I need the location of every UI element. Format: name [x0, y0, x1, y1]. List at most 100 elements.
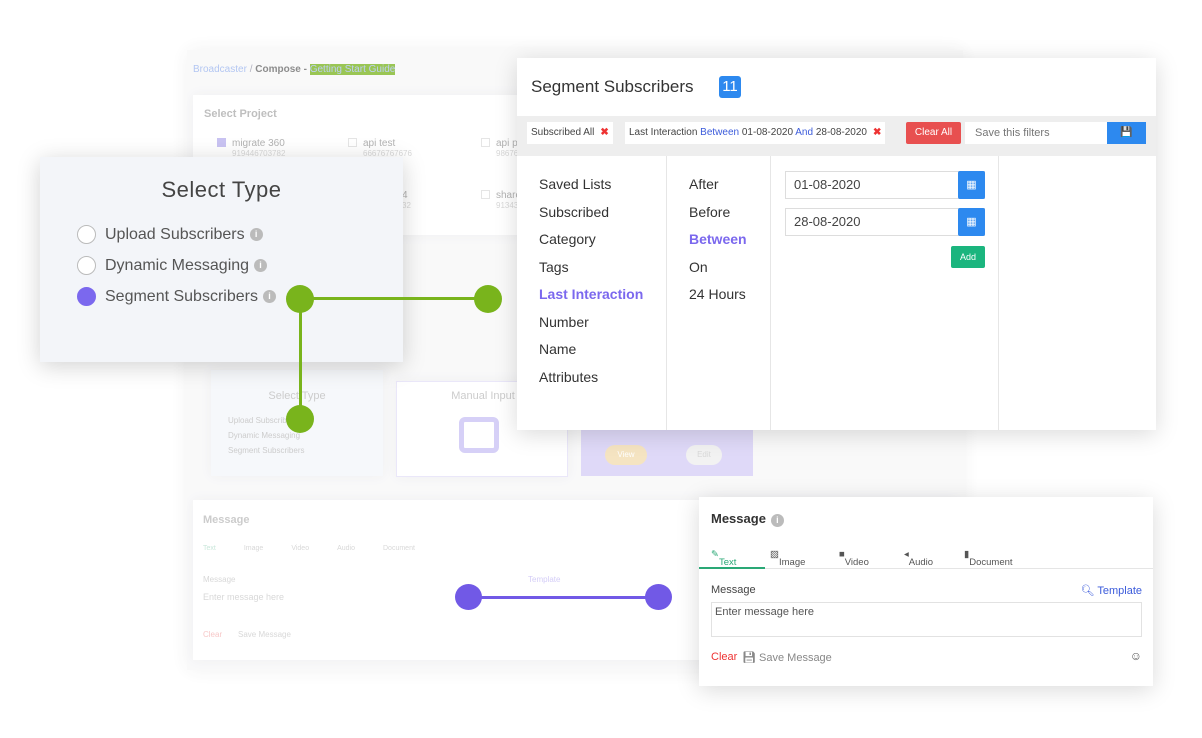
date-to-input[interactable]: 28-08-2020 ▦ [785, 208, 985, 236]
message-input[interactable]: Enter message here [203, 592, 284, 602]
message-textarea[interactable]: Enter message here [711, 602, 1142, 637]
select-type-title: Select Type [268, 390, 326, 402]
getting-start-guide-link[interactable]: Getting Start Guide [309, 64, 396, 75]
message-tabs: Text Image Video Audio Document [203, 545, 415, 552]
tab-video[interactable]: ■ Video [839, 549, 869, 568]
placeholder: Enter message here [715, 606, 815, 618]
radio-circle[interactable] [77, 256, 96, 275]
checkbox[interactable] [481, 190, 490, 199]
project-item[interactable]: 4 32 [402, 190, 411, 210]
save-message-button[interactable]: 💾︎ Save Message [742, 651, 832, 664]
save-filter-button[interactable]: 💾 [1107, 122, 1146, 144]
chip-and: And [795, 127, 814, 138]
checkbox[interactable] [348, 138, 357, 147]
connector-line-purple [469, 596, 658, 599]
tab-document[interactable]: Document [383, 545, 415, 552]
calendar-icon[interactable]: ▦ [958, 171, 985, 199]
tab-audio[interactable]: Audio [337, 545, 355, 552]
tab-text[interactable]: ✎ Text [711, 549, 736, 568]
category-name[interactable]: Name [539, 336, 666, 364]
option-segment[interactable]: Segment Subscribers [228, 443, 304, 458]
category-category[interactable]: Category [539, 226, 666, 254]
floppy-icon: 💾 [1120, 127, 1133, 138]
operator-between[interactable]: Between [689, 226, 770, 254]
project-number: 32 [402, 201, 411, 210]
category-saved-lists[interactable]: Saved Lists [539, 171, 666, 199]
subscriber-count-badge: 11 [719, 76, 741, 98]
info-icon: i [254, 259, 268, 272]
emoji-icon[interactable]: ☺ [1130, 649, 1142, 663]
operator-list: After Before Between On 24 Hours [667, 156, 771, 430]
tab-label: Document [969, 557, 1013, 568]
edit-button[interactable]: Edit [686, 445, 722, 465]
project-item[interactable]: share 91343 [481, 190, 521, 210]
operator-on[interactable]: On [689, 254, 770, 282]
view-button[interactable]: View [605, 445, 647, 465]
tab-text[interactable]: Text [203, 545, 216, 552]
add-button[interactable]: Add [951, 246, 985, 268]
connector-dot [474, 285, 502, 313]
message-tabs: ✎ Text ▨ Image ■ Video ◂ Audio ▮ Documen… [699, 541, 1153, 569]
connector-dot [286, 285, 314, 313]
active-tab-underline [699, 567, 765, 569]
radio-label: Segment Subscribers [105, 287, 258, 305]
save-filter-input[interactable] [965, 122, 1107, 144]
tab-audio[interactable]: ◂ Audio [904, 549, 933, 568]
remove-icon[interactable]: ✖ [600, 127, 608, 138]
save-label: Save Message [759, 652, 832, 664]
radio-dynamic-messaging[interactable]: Dynamic Messaging i [77, 250, 403, 281]
radio-label: Upload Subscribers [105, 225, 245, 243]
segment-subscribers-panel: Segment Subscribers 11 Subscribed All ✖ L… [517, 58, 1156, 430]
info-icon: i [262, 290, 276, 303]
project-item[interactable]: api pr 98676 [481, 138, 521, 158]
radio-label: Dynamic Messaging [105, 256, 250, 274]
filter-bar: Subscribed All ✖ Last Interaction Between… [517, 116, 1156, 156]
clear-all-button[interactable]: Clear All [906, 122, 961, 144]
connector-line-green [300, 297, 488, 300]
date-from-input[interactable]: 01-08-2020 ▦ [785, 171, 985, 199]
segment-title: Segment Subscribers [531, 77, 694, 96]
clear-button[interactable]: Clear [711, 651, 737, 663]
category-subscribed[interactable]: Subscribed [539, 199, 666, 227]
clear-button[interactable]: Clear [203, 630, 222, 639]
chip-label: Last Interaction [629, 127, 698, 138]
remove-icon[interactable]: ✖ [873, 127, 881, 138]
checkbox[interactable] [481, 138, 490, 147]
operator-after[interactable]: After [689, 171, 770, 199]
tab-image[interactable]: Image [244, 545, 263, 552]
save-message-button[interactable]: Save Message [238, 630, 291, 639]
chip-operator: Between [700, 127, 740, 138]
edit-icon [459, 417, 499, 453]
checkbox[interactable] [217, 138, 226, 147]
project-item[interactable]: migrate 360 919446703782 [217, 138, 285, 158]
date-value: 01-08-2020 [794, 177, 861, 192]
radio-circle[interactable] [77, 225, 96, 244]
radio-circle[interactable] [77, 287, 96, 306]
breadcrumb-separator: / [249, 64, 253, 75]
tab-document[interactable]: ▮ Document [964, 549, 1013, 568]
category-number[interactable]: Number [539, 309, 666, 337]
select-project-title: Select Project [204, 108, 277, 120]
category-attributes[interactable]: Attributes [539, 364, 666, 392]
tab-label: Audio [908, 557, 934, 568]
breadcrumb-current: Compose - [255, 64, 307, 75]
category-tags[interactable]: Tags [539, 254, 666, 282]
tab-image[interactable]: ▨ Image [770, 549, 805, 568]
tab-video[interactable]: Video [291, 545, 309, 552]
breadcrumb: Broadcaster / Compose - Getting Start Gu… [193, 64, 396, 75]
radio-upload-subscribers[interactable]: Upload Subscribers i [77, 219, 403, 250]
filter-chip-last-interaction: Last Interaction Between 01-08-2020 And … [625, 122, 886, 144]
template-link[interactable]: Template [528, 575, 560, 584]
template-link[interactable]: 🔍︎ Template [1081, 584, 1142, 597]
select-type-popup: Select Type Upload Subscribers i Dynamic … [40, 157, 403, 362]
operator-before[interactable]: Before [689, 199, 770, 227]
category-last-interaction[interactable]: Last Interaction [539, 281, 666, 309]
project-item[interactable]: api test 66676767676 [348, 138, 412, 158]
calendar-icon[interactable]: ▦ [958, 208, 985, 236]
message-label: Message [711, 584, 756, 596]
chip-from: 01-08-2020 [741, 127, 794, 138]
operator-24-hours[interactable]: 24 Hours [689, 281, 770, 309]
breadcrumb-broadcaster[interactable]: Broadcaster [193, 64, 247, 75]
project-name: api test [363, 138, 396, 149]
message-label: Message [203, 575, 236, 584]
